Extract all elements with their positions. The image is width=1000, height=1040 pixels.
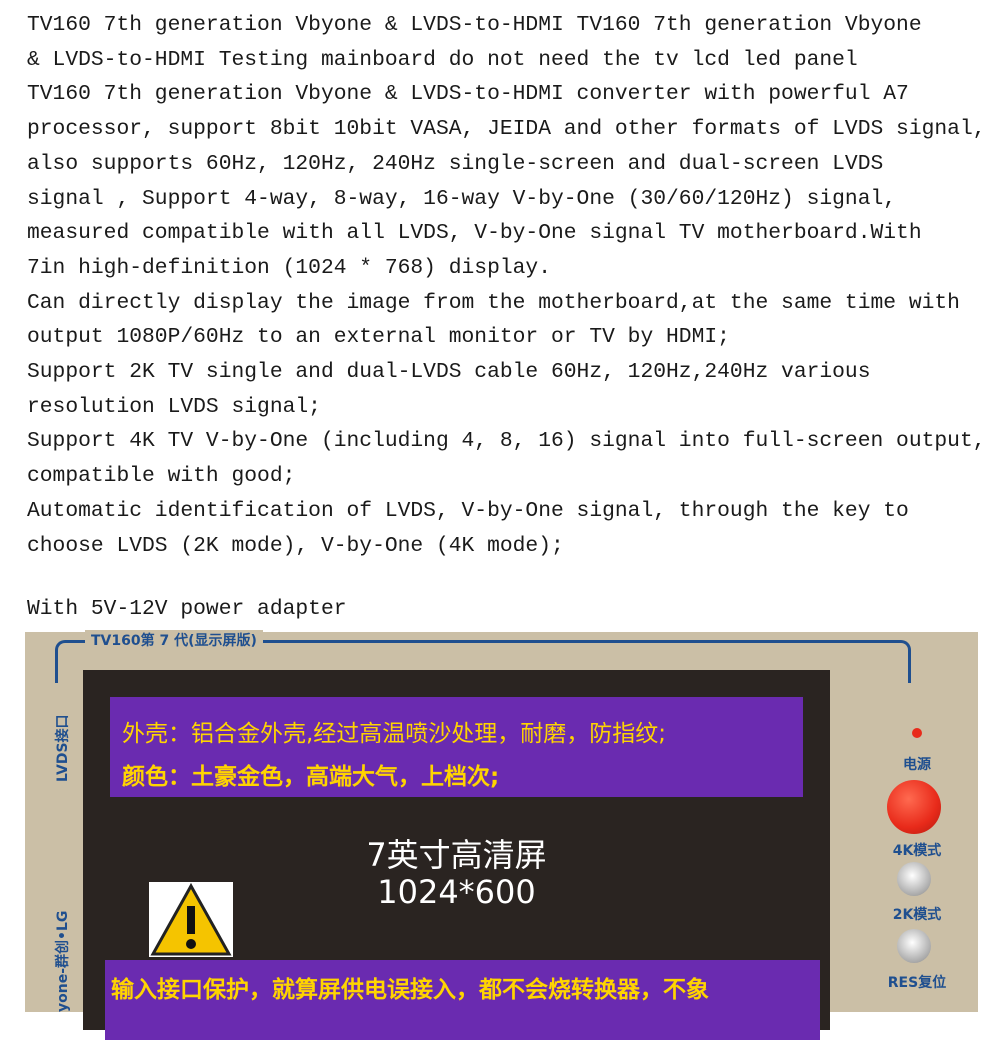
protection-banner: 输入接口保护，就算屏供电误接入，都不会烧转换器，不象 (105, 960, 820, 1040)
description-line: TV160 7th generation Vbyone & LVDS-to-HD… (27, 82, 909, 107)
description-line: With 5V-12V power adapter (27, 597, 347, 621)
warning-icon (149, 882, 233, 957)
mode-4k-button[interactable] (897, 862, 931, 896)
description-line: signal , Support 4-way, 8-way, 16-way V-… (27, 186, 897, 211)
description-line: Can directly display the image from the … (27, 290, 960, 315)
description-line: choose LVDS (2K mode), V-by-One (4K mode… (27, 533, 564, 558)
description-line: also supports 60Hz, 120Hz, 240Hz single-… (27, 151, 884, 176)
description-line: Support 4K TV V-by-One (including 4, 8, … (27, 429, 986, 454)
power-led (912, 728, 922, 738)
vbyone-port-label: yone-群创•LG (55, 910, 71, 1012)
display-screen: 外壳：铝合金外壳,经过高温喷沙处理，耐磨，防指纹; 颜色：土豪金色，高端大气，上… (83, 670, 830, 1040)
device-title: TV160第 7 代(显示屏版) (85, 630, 263, 650)
reset-label: RES复位 (887, 975, 947, 991)
banner-line-1: 外壳：铝合金外壳,经过高温喷沙处理，耐磨，防指纹; (122, 721, 667, 747)
mode-2k-label: 2K模式 (892, 907, 942, 923)
power-button[interactable] (887, 780, 941, 834)
description-line: 7in high-definition (1024 * 768) display… (27, 255, 551, 280)
description-line: measured compatible with all LVDS, V-by-… (27, 221, 922, 246)
description-line: compatible with good; (27, 464, 296, 489)
banner-line-2: 颜色：土豪金色，高端大气，上档次; (122, 764, 500, 790)
description-line: & LVDS-to-HDMI Testing mainboard do not … (27, 47, 858, 72)
description-line: TV160 7th generation Vbyone & LVDS-to-HD… (27, 13, 922, 37)
device-photo: TV160第 7 代(显示屏版) 外壳：铝合金外壳,经过高温喷沙处理，耐磨，防指… (25, 630, 978, 1040)
description-line: output 1080P/60Hz to an external monitor… (27, 325, 730, 350)
power-label: 电源 (903, 757, 931, 773)
feature-banner: 外壳：铝合金外壳,经过高温喷沙处理，耐磨，防指纹; 颜色：土豪金色，高端大气，上… (110, 697, 803, 797)
banner-bottom-text: 输入接口保护，就算屏供电误接入，都不会烧转换器，不象 (111, 977, 709, 1003)
mode-4k-label: 4K模式 (892, 843, 942, 859)
mode-2k-button[interactable] (897, 929, 931, 963)
description-line: Support 2K TV single and dual-LVDS cable… (27, 360, 871, 384)
description-line: Automatic identification of LVDS, V-by-O… (27, 498, 909, 523)
description-line: processor, support 8bit 10bit VASA, JEID… (27, 117, 986, 142)
description-line: resolution LVDS signal; (27, 394, 321, 419)
screen-size-label: 7英寸高清屏 (366, 836, 547, 874)
lvds-port-label: LVDS接口 (55, 714, 71, 782)
